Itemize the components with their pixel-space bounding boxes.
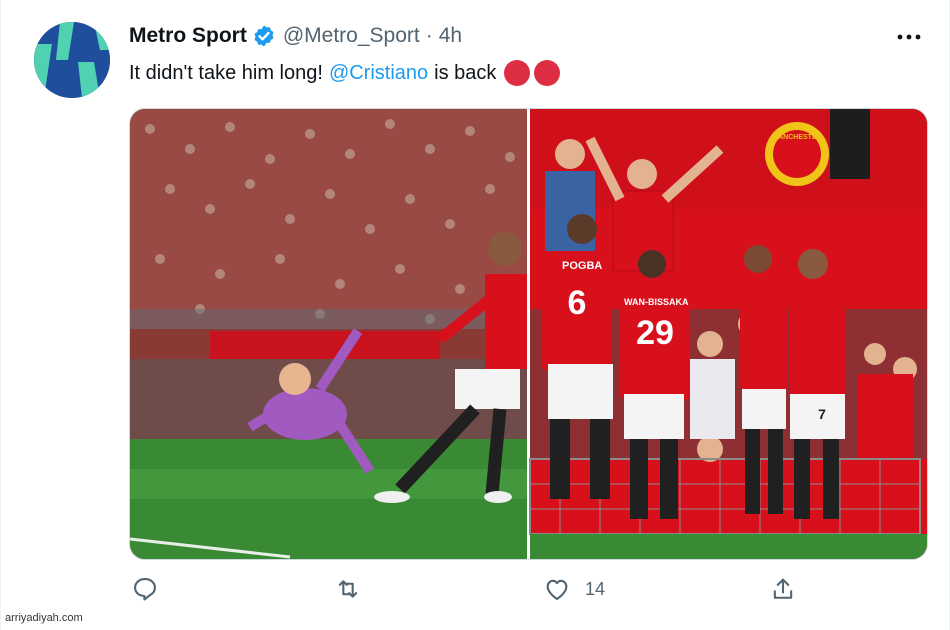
like-button[interactable]: 14	[543, 575, 605, 603]
jersey-number-7: 7	[818, 406, 826, 422]
verified-badge-icon	[254, 25, 274, 47]
site-watermark: arriyadiyah.com	[5, 612, 83, 624]
red-circle-emoji-icon	[504, 60, 531, 86]
author-avatar[interactable]	[34, 22, 110, 98]
mention-link[interactable]: @Cristiano	[329, 62, 428, 85]
retweet-button[interactable]	[334, 575, 362, 603]
header-separator: ·	[425, 24, 433, 47]
metro-logo-icon	[34, 22, 110, 98]
jersey-number-29: 29	[636, 314, 674, 352]
tweet-text-after: is back	[434, 61, 497, 84]
goal-photo[interactable]	[130, 109, 527, 559]
tweet-media[interactable]: MANCHESTER POGBA 6 WAN-BISSAKA 29 7	[129, 108, 928, 560]
share-button[interactable]	[769, 575, 797, 603]
more-options-icon[interactable]	[896, 28, 922, 46]
tweet-header: Metro Sport @Metro_Sport · 4h	[129, 24, 462, 48]
share-icon	[773, 578, 793, 599]
heart-icon	[546, 579, 568, 600]
like-count: 14	[585, 578, 606, 599]
jersey-number-6: 6	[568, 284, 587, 322]
tweet-actions-bar: 14	[129, 575, 926, 611]
player-name-pogba: POGBA	[562, 260, 602, 272]
tweet-text-before: It didn't take him long!	[129, 61, 323, 84]
celebration-photo[interactable]: MANCHESTER POGBA 6 WAN-BISSAKA 29 7	[529, 109, 927, 559]
player-name-wan-bissaka: WAN-BISSAKA	[624, 297, 689, 307]
author-name[interactable]: Metro Sport	[129, 24, 247, 48]
tweet-card[interactable]: Metro Sport @Metro_Sport · 4h It didn't …	[0, 0, 950, 630]
crest-text: MANCHESTER	[772, 134, 821, 141]
tweet-timestamp[interactable]: 4h	[439, 24, 462, 48]
red-circle-emoji-icon	[534, 60, 561, 86]
reply-icon	[134, 578, 156, 601]
tweet-text: It didn't take him long! @Cristiano is b…	[129, 60, 561, 86]
reply-button[interactable]	[131, 575, 159, 603]
author-handle[interactable]: @Metro_Sport	[283, 24, 420, 48]
retweet-icon	[338, 580, 358, 598]
